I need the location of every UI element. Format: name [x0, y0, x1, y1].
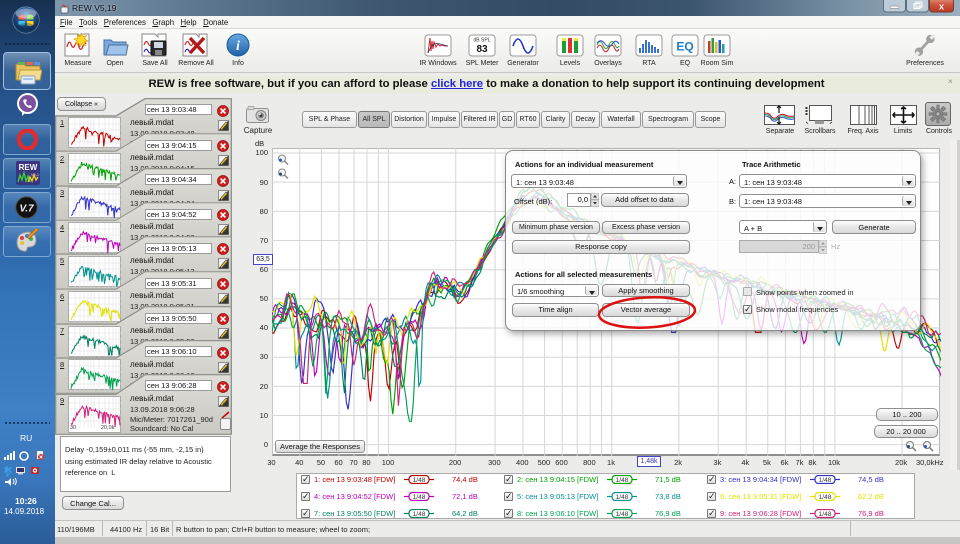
svg-text:1/48: 1/48: [413, 477, 426, 484]
svg-text:V.7: V.7: [19, 204, 34, 215]
svg-text:x: x: [939, 2, 944, 12]
svg-text:REW: REW: [19, 163, 38, 172]
svg-text:1/48: 1/48: [413, 511, 426, 518]
svg-text:83: 83: [476, 44, 488, 55]
svg-text:1/48: 1/48: [413, 494, 426, 501]
svg-text:V5.1: V5.1: [31, 172, 40, 177]
svg-text:1/48: 1/48: [819, 477, 832, 484]
svg-text:1/48: 1/48: [616, 494, 629, 501]
svg-text:1/48: 1/48: [616, 477, 629, 484]
svg-text:i: i: [236, 39, 240, 54]
svg-text:dB SPL: dB SPL: [474, 38, 491, 44]
svg-text:1/48: 1/48: [819, 511, 832, 518]
svg-text:1/48: 1/48: [819, 494, 832, 501]
svg-text:1/48: 1/48: [616, 511, 629, 518]
svg-text:EQ: EQ: [676, 40, 693, 54]
